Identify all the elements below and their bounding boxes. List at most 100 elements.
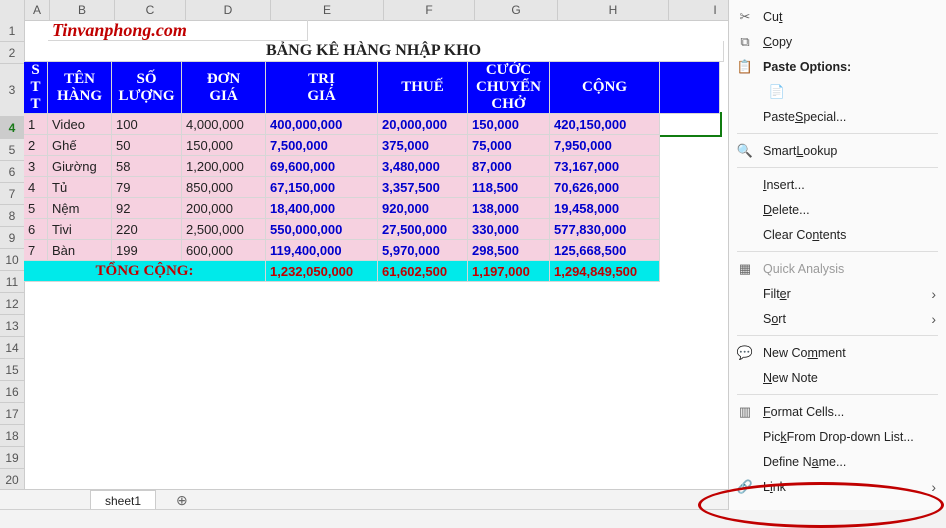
table-cell[interactable]: 600,000: [182, 240, 266, 261]
menu-insert[interactable]: Insert...: [729, 172, 946, 197]
table-cell[interactable]: 150,000: [468, 114, 550, 135]
row-header-13[interactable]: 13: [0, 315, 25, 337]
row-header-1[interactable]: 1: [0, 20, 25, 42]
select-all-corner[interactable]: [0, 0, 25, 21]
menu-copy[interactable]: ⧉Copy: [729, 29, 946, 54]
table-cell[interactable]: 50: [112, 135, 182, 156]
table-cell[interactable]: Ghế: [48, 135, 112, 156]
table-cell[interactable]: 6: [24, 219, 48, 240]
row-header-18[interactable]: 18: [0, 425, 25, 447]
table-cell[interactable]: 850,000: [182, 177, 266, 198]
table-cell[interactable]: 75,000: [468, 135, 550, 156]
menu-delete[interactable]: Delete...: [729, 197, 946, 222]
table-cell[interactable]: 2: [24, 135, 48, 156]
row-header-5[interactable]: 5: [0, 139, 25, 161]
table-cell[interactable]: 73,167,000: [550, 156, 660, 177]
table-cell[interactable]: 1,200,000: [182, 156, 266, 177]
menu-new-comment[interactable]: 💬New Comment: [729, 340, 946, 365]
row-header-6[interactable]: 6: [0, 161, 25, 183]
table-cell[interactable]: 19,458,000: [550, 198, 660, 219]
total-cell[interactable]: 1,197,000: [468, 261, 550, 282]
row-header-9[interactable]: 9: [0, 227, 25, 249]
table-cell[interactable]: 150,000: [182, 135, 266, 156]
row-header-19[interactable]: 19: [0, 447, 25, 469]
menu-pick-list[interactable]: Pick From Drop-down List...: [729, 424, 946, 449]
col-header-E[interactable]: E: [271, 0, 384, 21]
table-cell[interactable]: 298,500: [468, 240, 550, 261]
row-header-3[interactable]: 3: [0, 64, 25, 117]
table-cell[interactable]: 7: [24, 240, 48, 261]
table-cell[interactable]: Tivi: [48, 219, 112, 240]
menu-sort[interactable]: Sort: [729, 306, 946, 331]
row-header-10[interactable]: 10: [0, 249, 25, 271]
table-cell[interactable]: 420,150,000: [550, 114, 660, 135]
table-cell[interactable]: Tủ: [48, 177, 112, 198]
table-cell[interactable]: 550,000,000: [266, 219, 378, 240]
total-cell[interactable]: 1,232,050,000: [266, 261, 378, 282]
table-cell[interactable]: Video: [48, 114, 112, 135]
row-header-4[interactable]: 4: [0, 117, 25, 139]
table-cell[interactable]: Nệm: [48, 198, 112, 219]
table-cell[interactable]: 220: [112, 219, 182, 240]
table-cell[interactable]: 3,480,000: [378, 156, 468, 177]
sheet-tab[interactable]: sheet1: [90, 490, 156, 511]
col-header-H[interactable]: H: [558, 0, 669, 21]
table-cell[interactable]: 199: [112, 240, 182, 261]
table-cell[interactable]: 87,000: [468, 156, 550, 177]
menu-cut[interactable]: ✂Cut: [729, 4, 946, 29]
menu-clear-contents[interactable]: Clear Contents: [729, 222, 946, 247]
row-header-14[interactable]: 14: [0, 337, 25, 359]
col-header-C[interactable]: C: [115, 0, 186, 21]
row-header-17[interactable]: 17: [0, 403, 25, 425]
table-cell[interactable]: 119,400,000: [266, 240, 378, 261]
table-cell[interactable]: 118,500: [468, 177, 550, 198]
menu-paste-special[interactable]: Paste Special...: [729, 104, 946, 129]
table-cell[interactable]: 3,357,500: [378, 177, 468, 198]
table-cell[interactable]: 7,950,000: [550, 135, 660, 156]
table-cell[interactable]: Bàn: [48, 240, 112, 261]
table-cell[interactable]: 375,000: [378, 135, 468, 156]
menu-smart-lookup[interactable]: 🔍Smart Lookup: [729, 138, 946, 163]
table-cell[interactable]: 4: [24, 177, 48, 198]
table-cell[interactable]: 577,830,000: [550, 219, 660, 240]
table-cell[interactable]: 920,000: [378, 198, 468, 219]
table-cell[interactable]: 3: [24, 156, 48, 177]
table-cell[interactable]: 69,600,000: [266, 156, 378, 177]
table-cell[interactable]: 5,970,000: [378, 240, 468, 261]
row-header-15[interactable]: 15: [0, 359, 25, 381]
row-header-7[interactable]: 7: [0, 183, 25, 205]
row-header-16[interactable]: 16: [0, 381, 25, 403]
menu-define-name[interactable]: Define Name...: [729, 449, 946, 474]
table-cell[interactable]: 5: [24, 198, 48, 219]
total-cell[interactable]: 61,602,500: [378, 261, 468, 282]
table-cell[interactable]: 70,626,000: [550, 177, 660, 198]
col-header-G[interactable]: G: [475, 0, 558, 21]
table-cell[interactable]: 330,000: [468, 219, 550, 240]
row-header-11[interactable]: 11: [0, 271, 25, 293]
table-cell[interactable]: 18,400,000: [266, 198, 378, 219]
table-cell[interactable]: 79: [112, 177, 182, 198]
menu-paste-default[interactable]: 📄: [729, 79, 946, 104]
row-header-20[interactable]: 20: [0, 469, 25, 491]
table-cell[interactable]: 100: [112, 114, 182, 135]
table-cell[interactable]: 125,668,500: [550, 240, 660, 261]
table-cell[interactable]: 200,000: [182, 198, 266, 219]
table-cell[interactable]: 2,500,000: [182, 219, 266, 240]
table-cell[interactable]: 138,000: [468, 198, 550, 219]
row-header-12[interactable]: 12: [0, 293, 25, 315]
table-cell[interactable]: 58: [112, 156, 182, 177]
table-cell[interactable]: 27,500,000: [378, 219, 468, 240]
table-cell[interactable]: 20,000,000: [378, 114, 468, 135]
menu-new-note[interactable]: New Note: [729, 365, 946, 390]
table-cell[interactable]: 92: [112, 198, 182, 219]
col-header-D[interactable]: D: [186, 0, 271, 21]
table-cell[interactable]: 67,150,000: [266, 177, 378, 198]
table-cell[interactable]: 400,000,000: [266, 114, 378, 135]
add-sheet-button[interactable]: ⊕: [162, 490, 202, 510]
col-header-F[interactable]: F: [384, 0, 475, 21]
col-header-B[interactable]: B: [50, 0, 115, 21]
col-header-A[interactable]: A: [25, 0, 50, 21]
menu-link[interactable]: 🔗Link: [729, 474, 946, 499]
menu-filter[interactable]: Filter: [729, 281, 946, 306]
table-cell[interactable]: 7,500,000: [266, 135, 378, 156]
